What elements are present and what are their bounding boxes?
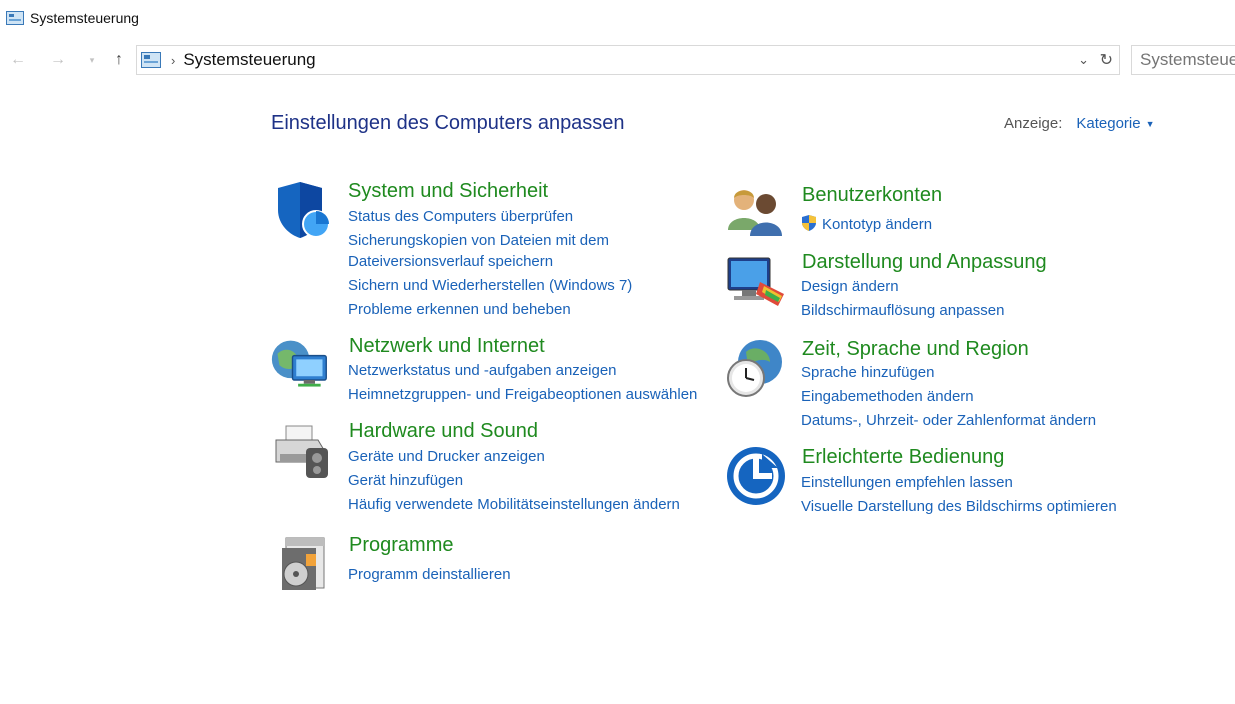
- category-title[interactable]: Netzwerk und Internet: [349, 335, 545, 358]
- category-hardware-sound: Hardware und Sound Geräte und Drucker an…: [272, 420, 712, 520]
- search-box[interactable]: [1131, 45, 1235, 75]
- network-globe-icon[interactable]: [270, 335, 330, 395]
- breadcrumb-separator-icon[interactable]: ›: [171, 53, 175, 68]
- search-input[interactable]: [1140, 50, 1235, 70]
- view-label: Anzeige:: [1004, 115, 1063, 132]
- recent-locations-icon[interactable]: ▾: [80, 48, 104, 72]
- link-change-account-type[interactable]: Kontotyp ändern: [800, 213, 932, 237]
- link-mobility-settings[interactable]: Häufig verwendete Mobilitätseinstellunge…: [348, 493, 680, 517]
- dropdown-arrow-icon[interactable]: ▼: [1146, 119, 1155, 129]
- category-user-accounts: Benutzerkonten Kontotyp ändern: [726, 184, 1146, 244]
- category-appearance: Darstellung und Anpassung Design ändern …: [726, 250, 1146, 330]
- back-arrow-icon[interactable]: ←: [6, 48, 30, 72]
- link-screen-resolution[interactable]: Bildschirmauflösung anpassen: [801, 299, 1004, 323]
- users-icon[interactable]: [726, 184, 786, 244]
- shield-icon[interactable]: [272, 180, 332, 240]
- link-computer-status[interactable]: Status des Computers überprüfen: [348, 205, 632, 229]
- category-title[interactable]: Erleichterte Bedienung: [802, 446, 1004, 469]
- category-title[interactable]: Darstellung und Anpassung: [802, 251, 1047, 274]
- link-label[interactable]: Kontotyp ändern: [822, 216, 932, 233]
- category-network-internet: Netzwerk und Internet Netzwerkstatus und…: [270, 335, 730, 415]
- up-arrow-icon[interactable]: ↑: [107, 48, 131, 72]
- navigation-bar: ← → ▾ ↑ › Systemsteuerung ⌄ ↻: [0, 42, 1235, 78]
- link-add-language[interactable]: Sprache hinzufügen: [801, 361, 1096, 385]
- category-system-security: System und Sicherheit Status des Compute…: [272, 180, 712, 330]
- link-troubleshoot[interactable]: Probleme erkennen und beheben: [348, 298, 632, 322]
- view-dropdown[interactable]: Kategorie: [1076, 115, 1140, 132]
- link-optimize-display[interactable]: Visuelle Darstellung des Bildschirms opt…: [801, 495, 1117, 519]
- printer-icon[interactable]: [272, 420, 332, 480]
- link-change-theme[interactable]: Design ändern: [801, 275, 1004, 299]
- chevron-down-icon[interactable]: ⌄: [1078, 52, 1089, 68]
- link-homegroup-sharing[interactable]: Heimnetzgruppen- und Freigabeoptionen au…: [348, 383, 697, 407]
- control-panel-icon: [6, 11, 24, 25]
- page-title: Einstellungen des Computers anpassen: [271, 112, 625, 134]
- link-backup-restore[interactable]: Sichern und Wiederherstellen (Windows 7): [348, 274, 632, 298]
- category-title[interactable]: Hardware und Sound: [349, 420, 538, 443]
- category-title[interactable]: Programme: [349, 534, 453, 557]
- link-devices-printers[interactable]: Geräte und Drucker anzeigen: [348, 445, 680, 469]
- ease-of-access-icon[interactable]: [726, 446, 786, 506]
- breadcrumb[interactable]: Systemsteuerung: [183, 50, 315, 70]
- address-bar[interactable]: › Systemsteuerung ⌄ ↻: [136, 45, 1120, 75]
- window-title: Systemsteuerung: [30, 10, 139, 26]
- view-selector: Anzeige: Kategorie ▼: [1004, 115, 1155, 132]
- title-bar: Systemsteuerung: [0, 0, 1235, 36]
- monitor-paint-icon[interactable]: [726, 250, 786, 310]
- link-recommend-settings[interactable]: Einstellungen empfehlen lassen: [801, 471, 1117, 495]
- category-title[interactable]: Benutzerkonten: [802, 184, 942, 207]
- control-panel-icon: [141, 52, 161, 68]
- link-file-history-2[interactable]: Dateiversionsverlauf speichern: [348, 250, 632, 274]
- category-ease-of-access: Erleichterte Bedienung Einstellungen emp…: [726, 446, 1146, 526]
- category-title[interactable]: System und Sicherheit: [348, 180, 548, 203]
- category-programs: Programme Programm deinstallieren: [272, 534, 712, 594]
- category-title[interactable]: Zeit, Sprache und Region: [802, 338, 1029, 361]
- category-time-language-region: Zeit, Sprache und Region Sprache hinzufü…: [724, 338, 1144, 438]
- forward-arrow-icon[interactable]: →: [46, 48, 70, 72]
- clock-globe-icon[interactable]: [724, 338, 784, 398]
- uac-shield-icon: [802, 215, 816, 231]
- link-input-methods[interactable]: Eingabemethoden ändern: [801, 385, 1096, 409]
- refresh-icon[interactable]: ↻: [1100, 50, 1113, 70]
- link-add-device[interactable]: Gerät hinzufügen: [348, 469, 680, 493]
- link-uninstall-program[interactable]: Programm deinstallieren: [348, 563, 511, 587]
- link-date-time-format[interactable]: Datums-, Uhrzeit- oder Zahlenformat ände…: [801, 409, 1096, 433]
- link-network-status[interactable]: Netzwerkstatus und -aufgaben anzeigen: [348, 359, 697, 383]
- programs-icon[interactable]: [272, 534, 332, 594]
